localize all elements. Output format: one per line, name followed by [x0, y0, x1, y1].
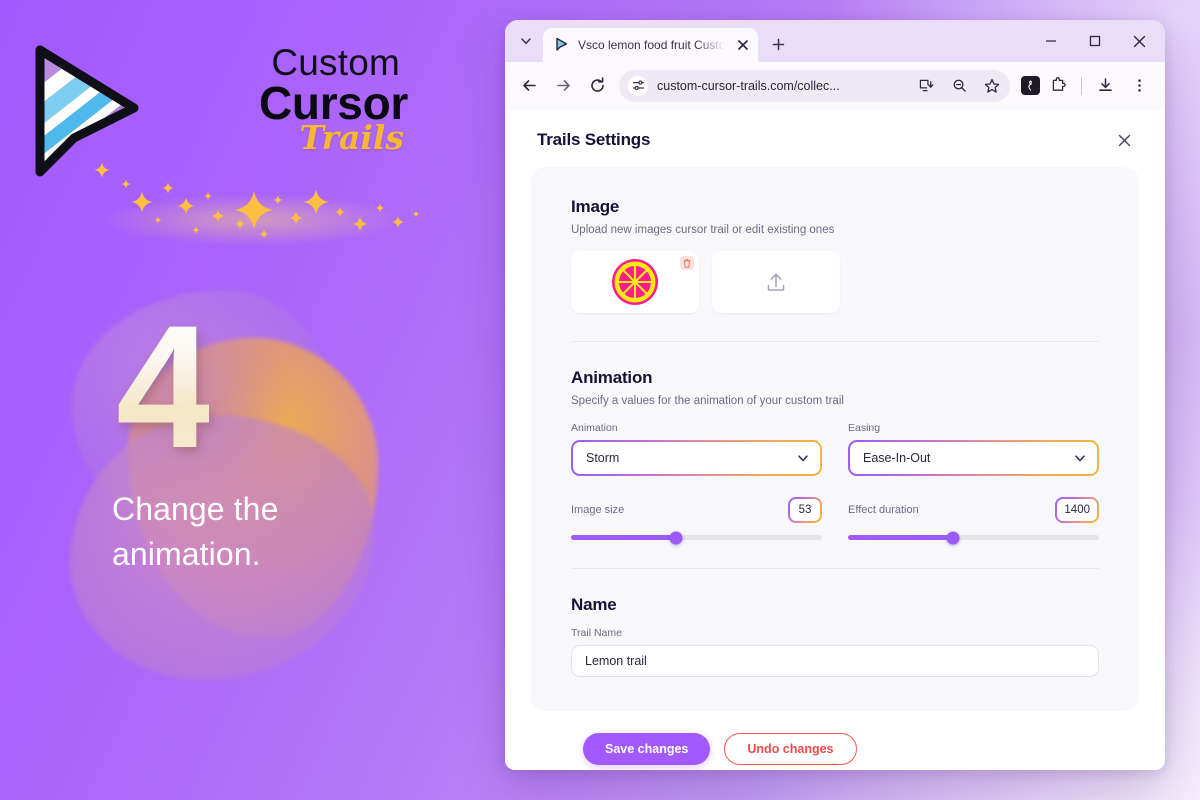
section-divider-1 [571, 341, 1099, 342]
section-divider-2 [571, 568, 1099, 569]
step-caption: Change the animation. [112, 491, 279, 573]
animation-slider-row: Image size 53 Effect duration 1400 [571, 497, 1099, 544]
image-size-slider-thumb[interactable] [669, 531, 683, 544]
browser-tab[interactable]: Vsco lemon food fruit Custom C [543, 28, 758, 62]
brand-logo: Custom Cursor Trails [28, 36, 420, 246]
animation-select[interactable]: Storm [571, 440, 822, 476]
animation-section: Animation Specify a values for the anima… [571, 368, 1099, 544]
animation-section-subtitle: Specify a values for the animation of yo… [571, 395, 844, 407]
effect-duration-label: Effect duration [848, 504, 919, 516]
browser-toolbar: custom-cursor-trails.com/collec... [505, 62, 1165, 109]
extensions-puzzle-icon[interactable] [1042, 70, 1074, 102]
image-size-field: Image size 53 [571, 497, 822, 544]
chevron-down-icon [1075, 455, 1085, 462]
trail-name-input[interactable]: Lemon trail [571, 645, 1099, 677]
upload-new-image-tile[interactable] [712, 251, 840, 313]
site-settings-icon[interactable] [628, 75, 648, 96]
image-size-value-box[interactable]: 53 [788, 497, 822, 523]
name-section-title: Name [571, 595, 617, 614]
window-close-button[interactable] [1117, 24, 1161, 58]
modal-header: Trails Settings [531, 109, 1139, 167]
forward-button[interactable] [547, 70, 579, 102]
logo-line-custom: Custom [271, 42, 400, 83]
extension-badge-icon[interactable] [1021, 76, 1040, 95]
name-section: Name Trail Name Lemon trail [571, 595, 1099, 677]
browser-tabstrip: Vsco lemon food fruit Custom C [505, 20, 1165, 62]
image-section-subtitle: Upload new images cursor trail or edit e… [571, 224, 835, 236]
easing-field-label: Easing [848, 422, 881, 434]
modal-close-icon[interactable] [1111, 127, 1137, 153]
tab-close-icon[interactable] [734, 36, 752, 54]
install-app-icon[interactable] [914, 74, 938, 98]
window-minimize-button[interactable] [1029, 24, 1073, 58]
delete-image-icon[interactable] [680, 256, 694, 270]
back-button[interactable] [513, 70, 545, 102]
image-thumbnail-row [571, 251, 1099, 313]
page-content: Trails Settings Image Upload new images … [505, 109, 1165, 770]
effect-duration-slider[interactable] [848, 531, 1099, 544]
effect-duration-value-box[interactable]: 1400 [1055, 497, 1099, 523]
chevron-down-icon [798, 455, 808, 462]
window-maximize-button[interactable] [1073, 24, 1117, 58]
settings-card: Image Upload new images cursor trail or … [531, 167, 1139, 711]
animation-section-title: Animation [571, 368, 653, 387]
modal-actions: Save changes Undo changes [531, 711, 1139, 765]
sparkle-trail-icon [94, 162, 420, 246]
browser-menu-icon[interactable] [1123, 70, 1155, 102]
effect-duration-slider-thumb[interactable] [946, 531, 960, 544]
image-size-slider-fill [571, 535, 677, 540]
cursor-favicon [556, 37, 568, 51]
lemon-slice-thumbnail[interactable] [571, 251, 699, 313]
effect-duration-slider-fill [848, 535, 954, 540]
bookmark-star-icon[interactable] [980, 74, 1004, 98]
save-changes-button[interactable]: Save changes [583, 733, 711, 765]
easing-field: Easing Ease-In-Out [848, 422, 1099, 476]
address-bar[interactable]: custom-cursor-trails.com/collec... [619, 69, 1010, 102]
tab-search-chevron-down-icon[interactable] [511, 26, 541, 56]
page-title: Trails Settings [537, 130, 651, 149]
lemon-slice-icon [612, 259, 658, 305]
animation-field: Animation Storm [571, 422, 822, 476]
address-bar-url: custom-cursor-trails.com/collec... [657, 78, 840, 93]
effect-duration-value: 1400 [1057, 499, 1097, 521]
reload-button[interactable] [581, 70, 613, 102]
page-root: Custom Cursor Trails 4 Change the animat… [0, 0, 1200, 800]
easing-select[interactable]: Ease-In-Out [848, 440, 1099, 476]
zoom-out-icon[interactable] [947, 74, 971, 98]
upload-icon [767, 273, 785, 291]
browser-window: Vsco lemon food fruit Custom C [505, 20, 1165, 770]
animation-select-value: Storm [586, 451, 620, 465]
animation-field-label: Animation [571, 422, 618, 434]
window-controls [1029, 24, 1161, 58]
image-size-slider[interactable] [571, 531, 822, 544]
easing-select-value: Ease-In-Out [863, 451, 931, 465]
trail-name-label: Trail Name [571, 627, 622, 639]
undo-changes-button[interactable]: Undo changes [724, 733, 857, 765]
browser-tab-title: Vsco lemon food fruit Custom C [578, 38, 726, 52]
image-section: Image Upload new images cursor trail or … [571, 197, 1099, 313]
image-section-title: Image [571, 197, 620, 216]
downloads-icon[interactable] [1089, 70, 1121, 102]
animation-select-row: Animation Storm Easing Ease-In-Out [571, 422, 1099, 476]
image-size-label: Image size [571, 504, 625, 516]
toolbar-divider [1081, 76, 1082, 95]
step-number: 4 [116, 290, 213, 485]
new-tab-button[interactable] [764, 30, 792, 58]
logo-wordmark: Custom Cursor Trails [148, 44, 408, 154]
effect-duration-field: Effect duration 1400 [848, 497, 1099, 544]
image-size-value: 53 [790, 499, 820, 521]
